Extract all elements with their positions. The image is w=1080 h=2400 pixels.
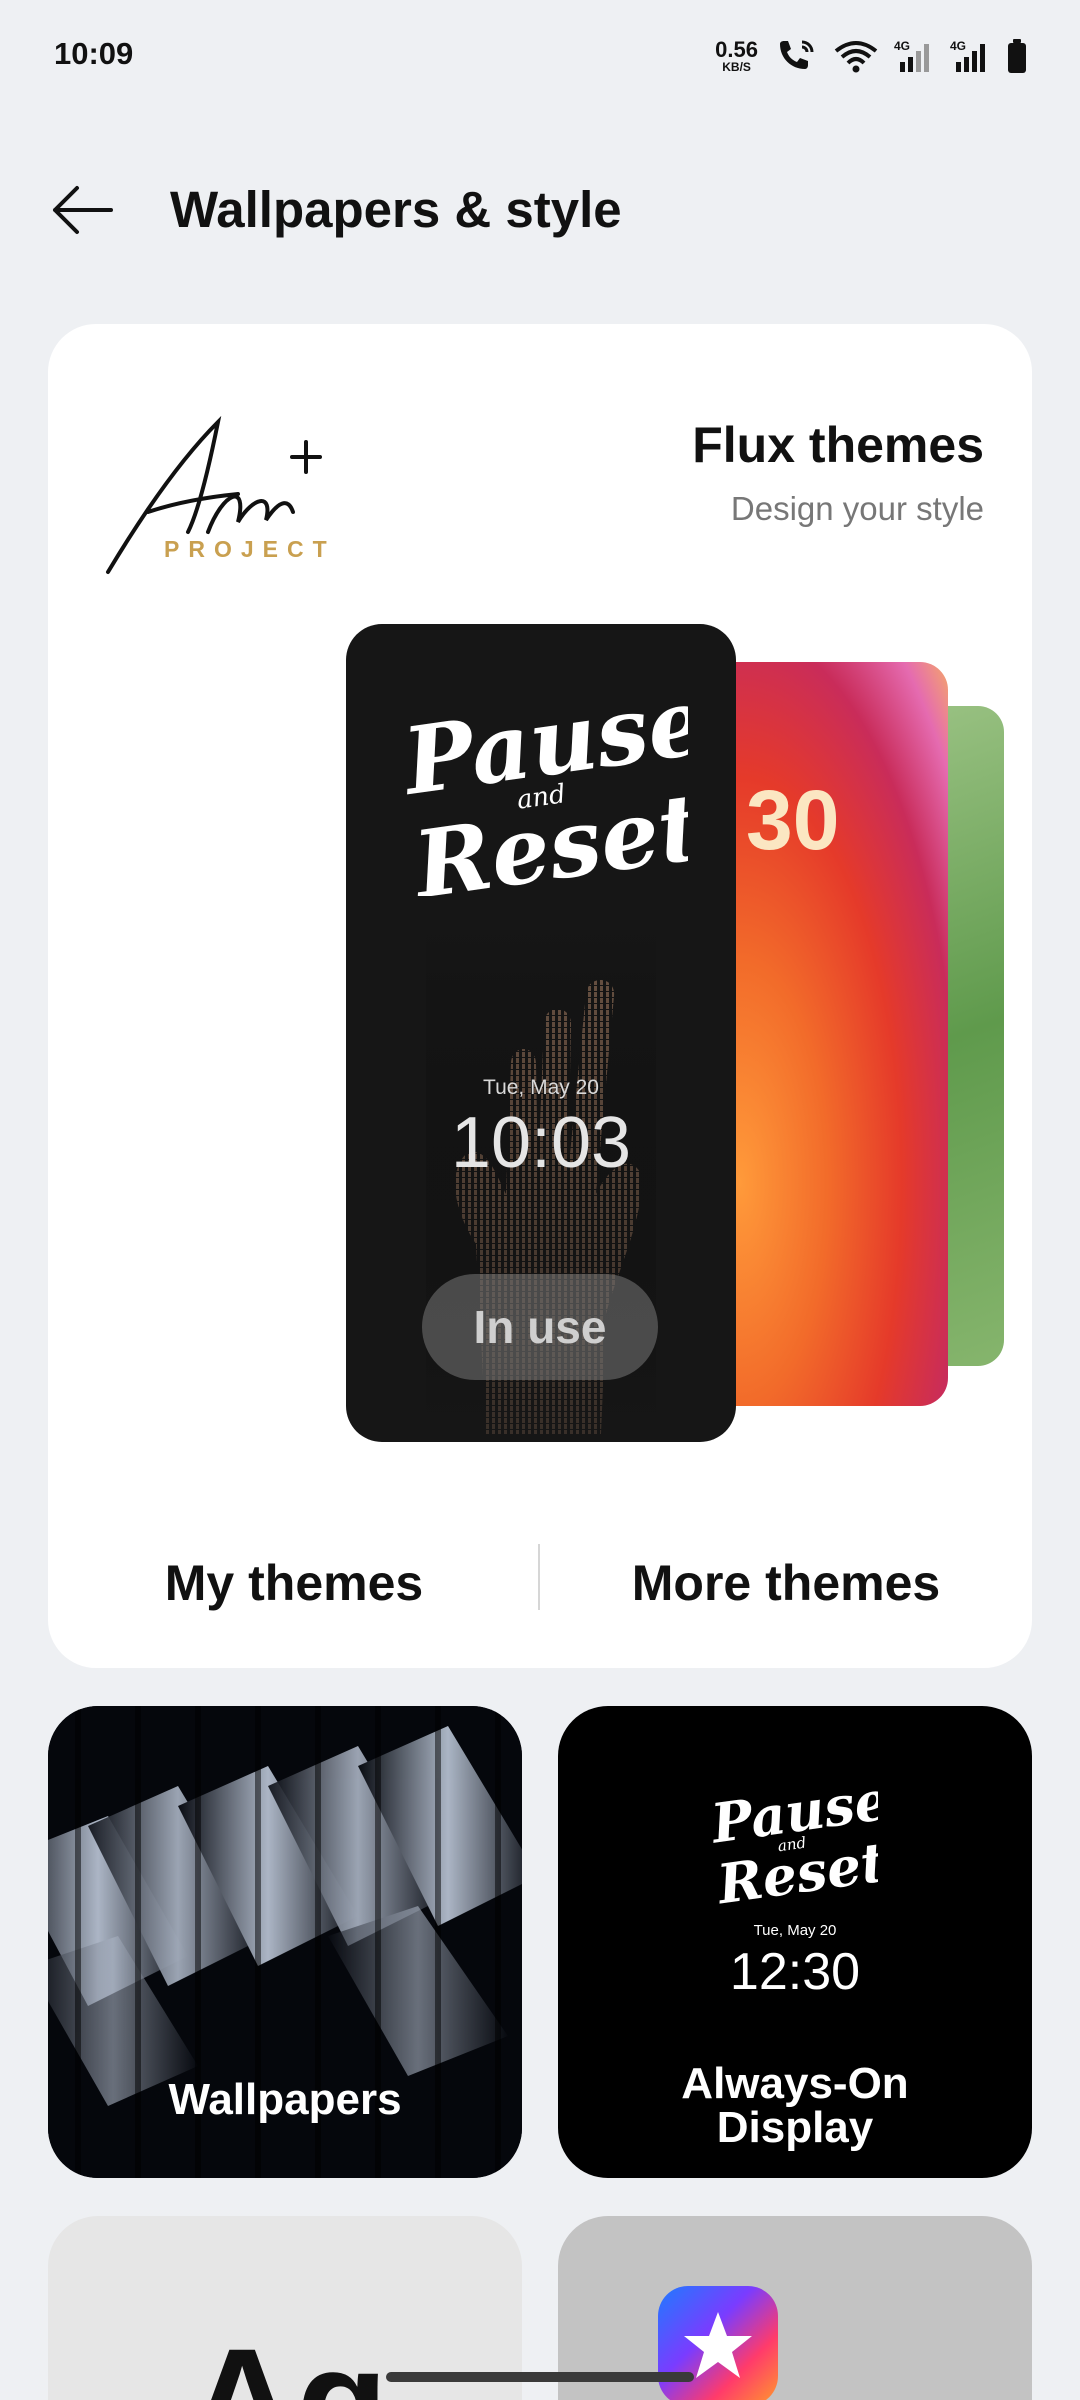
aod-date: Tue, May 20 [753,1922,837,1939]
theme-preview-carousel[interactable]: 30 Pause and Reset Tue, May 20 10:03 In … [48,624,1032,1444]
status-icons: 0.56 KB/S 4G 4G [715,36,1028,76]
signal-4g-icon: 4G [894,38,934,74]
themes-card: PROJECT Flux themes Design your style 30… [48,324,1032,1668]
battery-icon [1006,38,1028,74]
my-themes-button[interactable]: My themes [48,1554,540,1612]
app-bar: Wallpapers & style [0,160,1080,260]
network-speed-value: 0.56 [715,37,758,62]
arrow-left-icon [53,186,113,234]
wifi-icon [834,39,878,73]
aod-label-line2: Display [716,2103,874,2152]
theme-preview-card-current[interactable]: Pause and Reset Tue, May 20 10:03 In use [346,624,736,1442]
aod-label-line1: Always-On [681,2059,909,2108]
in-use-badge: In use [422,1274,658,1380]
aod-time: 12:30 [729,1943,861,2001]
svg-text:4G: 4G [950,39,966,53]
more-themes-button[interactable]: More themes [540,1554,1032,1612]
signal-4g-icon: 4G [950,38,990,74]
theme-actions: My themes More themes [48,1524,1032,1644]
page-title: Wallpapers & style [170,181,622,238]
network-speed-unit: KB/S [722,60,751,74]
always-on-display-tile[interactable]: Pause and Reset Tue, May 20 12:30 Always… [558,1706,1032,2178]
star-app-icon [658,2286,778,2400]
status-time: 10:09 [54,36,134,71]
wifi-calling-icon [774,38,818,74]
font-sample: Ag [188,2326,388,2400]
lockscreen-date: Tue, May 20 [483,1076,599,1099]
flux-themes-subtitle: Design your style [730,490,984,527]
back-button[interactable] [44,180,120,240]
svg-text:4G: 4G [894,39,910,53]
lockscreen-time: 10:03 [450,1103,632,1183]
peek-card-time: 30 [746,773,840,867]
flux-themes-title: Flux themes [692,417,984,473]
aod-pause-and-reset-art: Pause and Reset [708,1776,878,1906]
brand-subtitle: PROJECT [164,536,336,562]
aod-label: Always-On Display [558,2062,1032,2150]
pause-and-reset-art: Pause and Reset [398,686,688,896]
wallpapers-tile[interactable]: Wallpapers [48,1706,522,2178]
home-indicator[interactable] [386,2372,694,2382]
wallpapers-label: Wallpapers [168,2075,402,2124]
status-bar: 10:09 0.56 KB/S 4G 4G [0,0,1080,110]
network-speed: 0.56 KB/S [715,37,758,74]
